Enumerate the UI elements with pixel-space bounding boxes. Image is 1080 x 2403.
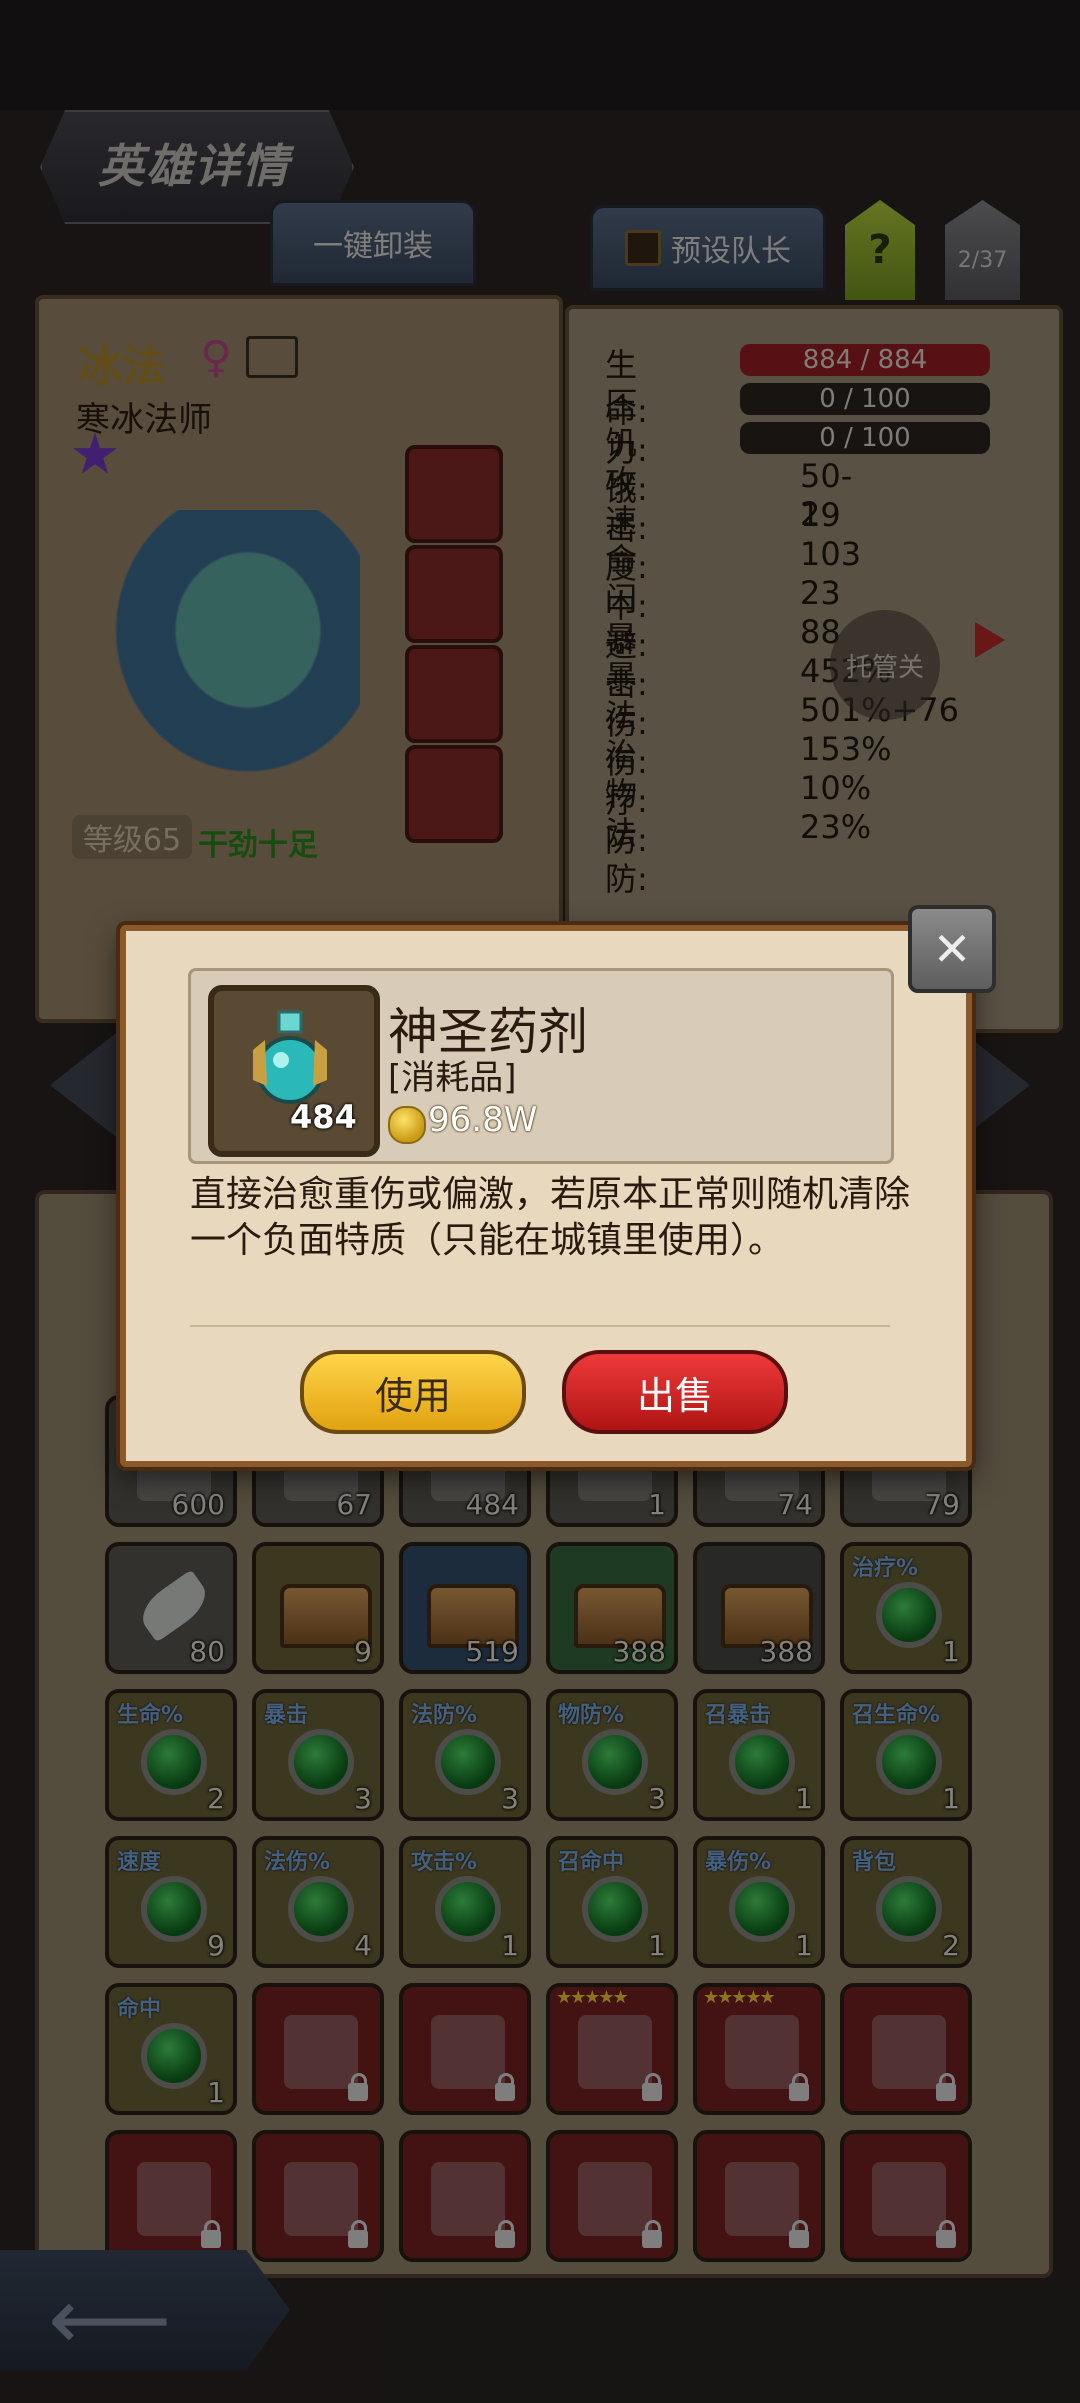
item-type: [消耗品] xyxy=(388,1058,517,1098)
potion-icon xyxy=(253,1010,327,1104)
item-description: 直接治愈重伤或偏激，若原本正常则随机清除一个负面特质（只能在城镇里使用）。 xyxy=(190,1174,911,1261)
close-icon: ✕ xyxy=(932,922,972,976)
divider xyxy=(190,1325,890,1327)
item-count: 484 xyxy=(290,1098,357,1136)
close-button[interactable]: ✕ xyxy=(908,905,996,993)
coin-icon xyxy=(388,1106,426,1144)
item-price: 96.8W xyxy=(428,1100,538,1140)
sell-button[interactable]: 出售 xyxy=(562,1350,788,1434)
use-button[interactable]: 使用 xyxy=(300,1350,526,1434)
